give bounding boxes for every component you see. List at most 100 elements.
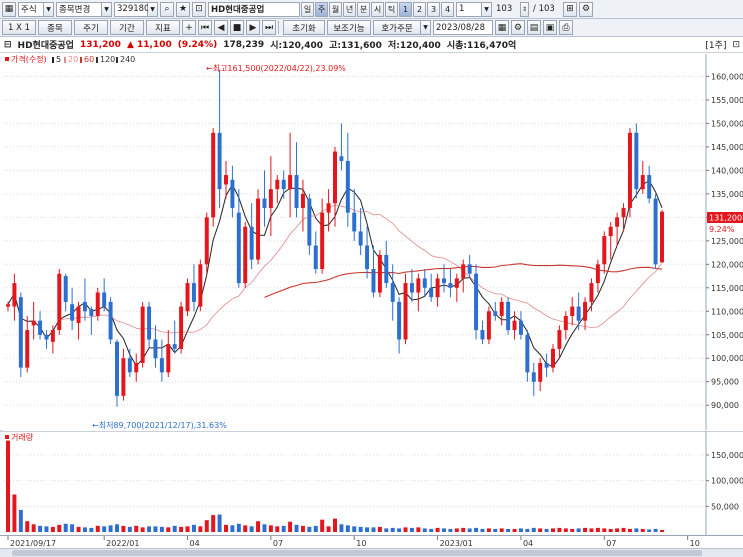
gear-icon[interactable]: ⚙ xyxy=(511,20,525,35)
candle-body xyxy=(467,264,472,274)
candle-body xyxy=(352,212,357,232)
reset-button[interactable]: 초기화 xyxy=(283,20,325,35)
candle-body xyxy=(268,189,273,208)
date-label: 2022/01 xyxy=(106,539,139,548)
candle-body xyxy=(525,334,530,373)
indicator-button[interactable]: 지표 xyxy=(146,20,180,35)
term-button[interactable]: 기간 xyxy=(110,20,144,35)
period-num-4-button[interactable]: 4 xyxy=(441,1,454,17)
period-num-2-button[interactable]: 2 xyxy=(413,1,426,17)
period-num-3-button[interactable]: 3 xyxy=(427,1,440,17)
print-icon[interactable]: ⎙ xyxy=(559,20,573,35)
period-day-button[interactable]: 일 xyxy=(301,1,314,17)
first-icon[interactable]: ⏮ xyxy=(198,20,212,35)
chevron-down-icon[interactable]: ▼ xyxy=(482,1,492,17)
stop-icon[interactable]: ■ xyxy=(230,20,244,35)
volume-bar xyxy=(615,528,620,532)
volume-bar xyxy=(518,528,523,532)
settings-icon[interactable]: ⚙ xyxy=(579,1,593,17)
price-axis-label: 100,000 xyxy=(711,354,743,363)
order-button[interactable]: 호가주문 xyxy=(373,20,421,35)
layout-ratio-button[interactable]: 1 X 1 xyxy=(2,20,36,35)
unit-label: [1주] xyxy=(705,41,727,51)
candle-body xyxy=(50,330,55,342)
price-axis-label: 135,000 xyxy=(711,190,743,199)
candle-body xyxy=(602,236,607,265)
aux-function-button[interactable]: 보조기능 xyxy=(327,20,371,35)
candle-body xyxy=(390,283,395,302)
candle xyxy=(506,297,511,335)
candle xyxy=(377,250,382,298)
volume-bar xyxy=(12,494,17,532)
candle-body xyxy=(518,320,523,335)
volume-bar xyxy=(102,526,107,532)
candle-body xyxy=(551,348,555,368)
chevron-down-icon[interactable]: ▼ xyxy=(421,20,431,35)
chevron-down-icon[interactable]: ▼ xyxy=(102,1,112,17)
zoom-in-icon[interactable]: + xyxy=(182,20,196,35)
volume-bar xyxy=(89,527,94,532)
period-month-button[interactable]: 월 xyxy=(329,1,342,17)
search-icon[interactable]: ⌕ xyxy=(160,1,174,17)
volume-bar xyxy=(486,528,491,532)
candle-body xyxy=(18,297,23,368)
change-code-select[interactable]: 종목변경 xyxy=(56,1,102,17)
period-num-1-button[interactable]: 1 xyxy=(399,1,412,17)
volume-bar xyxy=(185,526,190,532)
unit-input[interactable]: 1 xyxy=(456,1,482,17)
legend-ma120-swatch xyxy=(96,57,98,63)
volume-bar xyxy=(551,528,555,532)
maximize-icon[interactable]: ⊡ xyxy=(732,40,740,50)
save-icon[interactable]: ▣ xyxy=(543,20,557,35)
period-hour-button[interactable]: 시 xyxy=(371,1,384,17)
volume-chart[interactable]: 50,000 100,000 150,000 거래량 xyxy=(0,431,743,535)
volume-bar xyxy=(474,527,479,532)
volume-bar xyxy=(198,526,203,532)
price-chart[interactable]: 90,000 95,000 100,000 105,000 110,000 115,000… xyxy=(0,54,743,430)
stepper-icon[interactable]: ⇕ xyxy=(520,1,529,17)
period-week-button[interactable]: 주 xyxy=(315,1,328,17)
prev-icon[interactable]: ◀ xyxy=(214,20,228,35)
candle-body xyxy=(82,301,87,312)
volume-bar xyxy=(38,525,43,532)
period-tick-button[interactable]: 틱 xyxy=(385,1,398,17)
chevron-down-icon[interactable]: ▼ xyxy=(44,1,54,17)
last-icon[interactable]: ⏭ xyxy=(262,20,276,35)
candle-body xyxy=(307,198,312,246)
legend-ma120: 120 xyxy=(100,55,115,64)
candle-body xyxy=(486,311,491,340)
price-axis-label: 145,000 xyxy=(711,143,743,152)
candle-body xyxy=(153,339,158,359)
grid-menu-icon[interactable]: ▦ xyxy=(2,1,16,17)
candle-body xyxy=(358,231,363,246)
volume-bar xyxy=(390,527,395,532)
volume-bar xyxy=(333,518,337,532)
table-icon[interactable]: ▤ xyxy=(527,20,541,35)
date-label: 07 xyxy=(273,539,283,548)
next-icon[interactable]: ▶ xyxy=(246,20,260,35)
candle xyxy=(198,259,203,312)
horizontal-scrollbar[interactable] xyxy=(0,548,743,557)
market-select[interactable]: 주식 xyxy=(18,1,44,17)
volume-bar xyxy=(31,524,36,532)
window-add-icon[interactable]: ⊞ xyxy=(563,1,577,17)
date-input[interactable]: 2023/08/28 xyxy=(433,20,493,35)
candle-body xyxy=(461,264,466,279)
period-year-button[interactable]: 년 xyxy=(343,1,356,17)
period-button[interactable]: 주기 xyxy=(74,20,108,35)
scrollbar-thumb[interactable] xyxy=(12,550,702,556)
stock-code-input[interactable]: 329180 xyxy=(114,1,149,17)
star-icon[interactable]: ★ xyxy=(176,1,190,17)
period-minute-button[interactable]: 분 xyxy=(357,1,370,17)
candle-body xyxy=(31,320,36,326)
volume-bar xyxy=(115,524,119,532)
chevron-down-icon[interactable]: ▼ xyxy=(148,1,158,17)
collapse-icon[interactable]: ⊟ xyxy=(4,40,12,50)
count-input[interactable]: 103 xyxy=(494,2,518,17)
add-item-button[interactable]: 종목 xyxy=(38,20,72,35)
date-label: 2023/01 xyxy=(440,539,473,548)
volume-bar xyxy=(608,528,613,532)
calendar-icon[interactable]: ▦ xyxy=(495,20,509,35)
legend-ma20-swatch xyxy=(64,57,66,63)
lock-icon[interactable]: ⊡ xyxy=(192,1,206,17)
